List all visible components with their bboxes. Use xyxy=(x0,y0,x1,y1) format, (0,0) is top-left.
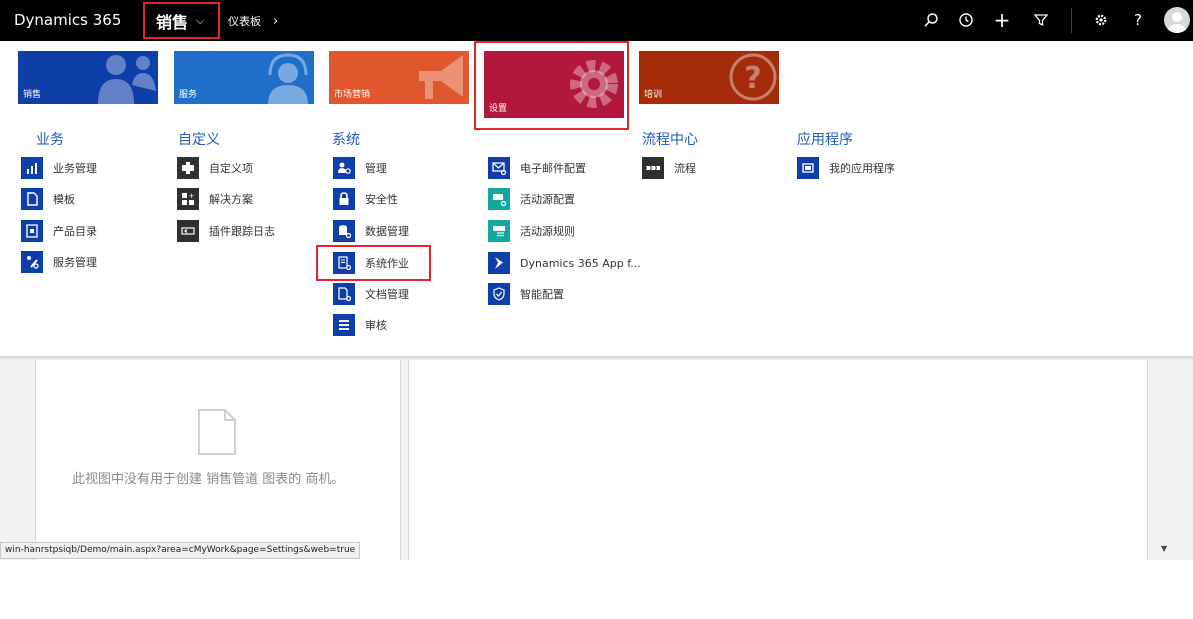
tile-label: 销售 xyxy=(23,90,42,100)
chevron-right-icon: › xyxy=(273,13,279,29)
menu-item-processes[interactable]: 流程 xyxy=(642,157,696,179)
menu-item-service-management[interactable]: 服务管理 xyxy=(21,251,97,273)
smart-config-check-icon xyxy=(488,283,510,305)
group-title-system: 系统 xyxy=(332,132,360,148)
menu-item-business-management[interactable]: 业务管理 xyxy=(21,157,97,179)
menu-item-templates[interactable]: 模板 xyxy=(21,188,75,210)
people-icon xyxy=(98,55,156,104)
top-nav-bar: Dynamics 365 销售 ⌵ 仪表板 › + ? xyxy=(0,0,1193,41)
menu-item-email-configuration[interactable]: 电子邮件配置 xyxy=(488,157,586,179)
activity-feed-config-icon xyxy=(488,188,510,210)
menu-item-customizations[interactable]: 自定义项 xyxy=(177,157,253,179)
app-window-icon xyxy=(797,157,819,179)
bar-chart-icon xyxy=(21,157,43,179)
svg-text:?: ? xyxy=(744,61,761,96)
menu-item-activity-feeds-rules[interactable]: 活动源规则 xyxy=(488,220,575,242)
dashboard-chart-panel xyxy=(35,360,401,560)
process-flow-icon xyxy=(642,157,664,179)
group-title-business: 业务 xyxy=(36,132,64,148)
filter-icon[interactable] xyxy=(1031,10,1051,30)
user-avatar[interactable] xyxy=(1164,7,1190,33)
question-circle-icon: ? xyxy=(729,53,777,101)
puzzle-icon xyxy=(177,157,199,179)
tile-training[interactable]: ? 培训 xyxy=(639,51,779,104)
headset-icon xyxy=(268,53,308,104)
help-icon[interactable]: ? xyxy=(1128,10,1148,30)
svg-text:+: + xyxy=(189,192,195,200)
chevron-down-icon: ⌵ xyxy=(196,13,205,27)
area-selector-button[interactable]: 销售 ⌵ xyxy=(143,2,220,39)
empty-chart-message: 此视图中没有用于创建 销售管道 图表的 商机。 xyxy=(72,472,345,487)
highlight-settings-tile xyxy=(474,41,629,130)
breadcrumb-dashboard[interactable]: 仪表板 xyxy=(228,13,261,29)
menu-item-auditing[interactable]: 审核 xyxy=(333,314,387,336)
menu-item-plugin-trace-log[interactable]: 插件跟踪日志 xyxy=(177,220,275,242)
add-icon[interactable]: + xyxy=(992,8,1012,32)
settings-gear-icon[interactable] xyxy=(1091,10,1111,30)
empty-document-icon xyxy=(198,409,236,455)
database-icon xyxy=(333,220,355,242)
group-title-applications: 应用程序 xyxy=(797,132,853,148)
tile-label: 培训 xyxy=(644,90,663,100)
dashboard-list-panel xyxy=(408,360,1148,560)
lock-icon xyxy=(333,188,355,210)
menu-item-data-management[interactable]: 数据管理 xyxy=(333,220,409,242)
plugin-log-icon xyxy=(177,220,199,242)
group-title-customization: 自定义 xyxy=(178,132,220,148)
toolbar-divider xyxy=(1071,8,1072,33)
catalog-icon xyxy=(21,220,43,242)
menu-item-my-apps[interactable]: 我的应用程序 xyxy=(797,157,895,179)
audit-list-icon xyxy=(333,314,355,336)
breadcrumb[interactable]: 仪表板 › xyxy=(228,13,278,29)
megaphone-icon xyxy=(419,55,463,99)
menu-item-smart-configuration[interactable]: 智能配置 xyxy=(488,283,564,305)
menu-item-solutions[interactable]: + 解决方案 xyxy=(177,188,253,210)
email-settings-icon xyxy=(488,157,510,179)
app-brand[interactable]: Dynamics 365 xyxy=(14,11,121,29)
menu-item-administration[interactable]: 管理 xyxy=(333,157,387,179)
service-tools-icon xyxy=(21,251,43,273)
search-icon[interactable] xyxy=(921,10,941,30)
browser-status-url: win-hanrstpsiqb/Demo/main.aspx?area=cMyW… xyxy=(0,542,361,559)
menu-item-document-management[interactable]: 文档管理 xyxy=(333,283,409,305)
document-settings-icon xyxy=(333,283,355,305)
menu-item-product-catalog[interactable]: 产品目录 xyxy=(21,220,97,242)
dynamics-logo-icon xyxy=(488,252,510,274)
highlight-system-jobs xyxy=(316,245,431,281)
scroll-down-arrow-icon[interactable]: ▼ xyxy=(1161,544,1167,553)
tile-label: 市场营销 xyxy=(334,90,371,100)
tile-marketing[interactable]: 市场营销 xyxy=(329,51,469,104)
history-icon[interactable] xyxy=(956,10,976,30)
menu-item-dynamics-365-app[interactable]: Dynamics 365 App f... xyxy=(488,252,641,274)
group-title-process-center: 流程中心 xyxy=(642,132,698,148)
tile-sales[interactable]: 销售 xyxy=(18,51,158,104)
tile-service[interactable]: 服务 xyxy=(174,51,314,104)
solution-icon: + xyxy=(177,188,199,210)
menu-item-activity-feeds-configuration[interactable]: 活动源配置 xyxy=(488,188,575,210)
document-icon xyxy=(21,188,43,210)
area-label: 销售 xyxy=(156,12,189,32)
menu-item-security[interactable]: 安全性 xyxy=(333,188,398,210)
activity-feed-rules-icon xyxy=(488,220,510,242)
admin-users-icon xyxy=(333,157,355,179)
tile-label: 服务 xyxy=(179,90,198,100)
